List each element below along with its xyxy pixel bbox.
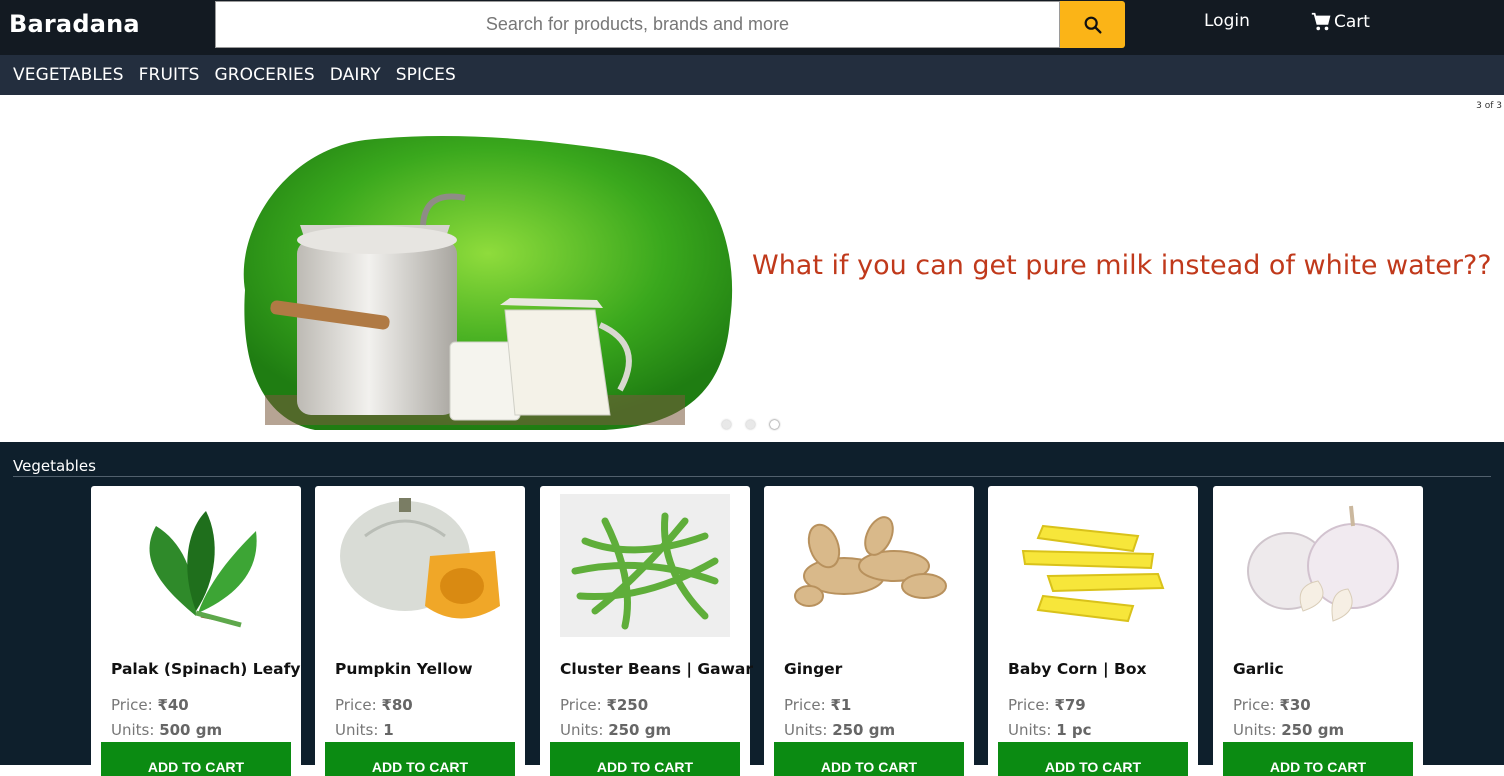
product-name: Ginger (784, 660, 843, 678)
product-image-ginger (784, 494, 954, 637)
product-card[interactable]: Cluster Beans | Gawar Price: ₹250 Units:… (540, 486, 754, 776)
product-name: Baby Corn | Box (1008, 660, 1147, 678)
carousel-dots (722, 420, 779, 429)
product-price: Price: ₹1 (784, 696, 852, 714)
product-units: Units: 1 (335, 721, 394, 739)
product-card[interactable]: Pumpkin Yellow Price: ₹80 Units: 1 ADD T… (315, 486, 525, 776)
add-to-cart-button[interactable]: ADD TO CART (101, 742, 291, 776)
product-price: Price: ₹80 (335, 696, 413, 714)
product-units: Units: 250 gm (1233, 721, 1345, 739)
product-card[interactable]: Palak (Spinach) Leafy Price: ₹40 Units: … (91, 486, 301, 776)
search-input[interactable] (215, 1, 1060, 48)
product-name: Cluster Beans | Gawar (560, 660, 754, 678)
carousel-dot-1[interactable] (722, 420, 731, 429)
search-button[interactable] (1060, 1, 1125, 48)
category-fruits[interactable]: FRUITS (139, 65, 200, 85)
login-link[interactable]: Login (1204, 11, 1250, 31)
product-card[interactable]: Baby Corn | Box Price: ₹79 Units: 1 pc A… (988, 486, 1198, 776)
add-to-cart-button[interactable]: ADD TO CART (1223, 742, 1413, 776)
product-name: Pumpkin Yellow (335, 660, 473, 678)
add-to-cart-button[interactable]: ADD TO CART (325, 742, 515, 776)
category-vegetables[interactable]: VEGETABLES (13, 65, 124, 85)
top-header: Baradana Login Cart (0, 0, 1504, 55)
product-image-garlic (1233, 494, 1403, 637)
product-price: Price: ₹30 (1233, 696, 1311, 714)
category-spices[interactable]: SPICES (396, 65, 456, 85)
product-card[interactable]: Garlic Price: ₹30 Units: 250 gm ADD TO C… (1213, 486, 1423, 776)
product-price: Price: ₹40 (111, 696, 189, 714)
category-groceries[interactable]: GROCERIES (214, 65, 314, 85)
cart-icon (1311, 12, 1331, 31)
category-dairy[interactable]: DAIRY (330, 65, 381, 85)
product-price: Price: ₹250 (560, 696, 649, 714)
search-bar (215, 1, 1125, 48)
banner-headline: What if you can get pure milk instead of… (752, 250, 1492, 281)
product-image-baby-corn (1008, 494, 1178, 637)
product-name: Garlic (1233, 660, 1284, 678)
product-units: Units: 500 gm (111, 721, 223, 739)
carousel-dot-3[interactable] (770, 420, 779, 429)
product-image-spinach (111, 494, 281, 637)
product-price: Price: ₹79 (1008, 696, 1086, 714)
banner-carousel[interactable]: 3 of 3 What if you can get pure milk ins… (0, 95, 1504, 442)
slide-counter: 3 of 3 (1476, 101, 1502, 111)
product-units: Units: 250 gm (560, 721, 672, 739)
cart-label: Cart (1334, 12, 1370, 32)
product-image-pumpkin (335, 494, 505, 637)
product-name: Palak (Spinach) Leafy (111, 660, 301, 678)
add-to-cart-button[interactable]: ADD TO CART (550, 742, 740, 776)
vegetables-section: Vegetables Palak (Spinach) Leafy Price: … (0, 442, 1504, 776)
add-to-cart-button[interactable]: ADD TO CART (774, 742, 964, 776)
category-nav: VEGETABLES FRUITS GROCERIES DAIRY SPICES (0, 55, 1504, 95)
product-units: Units: 250 gm (784, 721, 896, 739)
add-to-cart-button[interactable]: ADD TO CART (998, 742, 1188, 776)
brand-logo[interactable]: Baradana (9, 10, 140, 38)
product-card[interactable]: Ginger Price: ₹1 Units: 250 gm ADD TO CA… (764, 486, 974, 776)
product-units: Units: 1 pc (1008, 721, 1092, 739)
section-title: Vegetables (13, 457, 96, 475)
section-divider (13, 476, 1491, 477)
search-icon (1084, 16, 1102, 34)
milk-banner-image (243, 135, 733, 431)
cart-link[interactable]: Cart (1310, 11, 1370, 33)
product-image-cluster-beans (560, 494, 730, 637)
carousel-dot-2[interactable] (746, 420, 755, 429)
